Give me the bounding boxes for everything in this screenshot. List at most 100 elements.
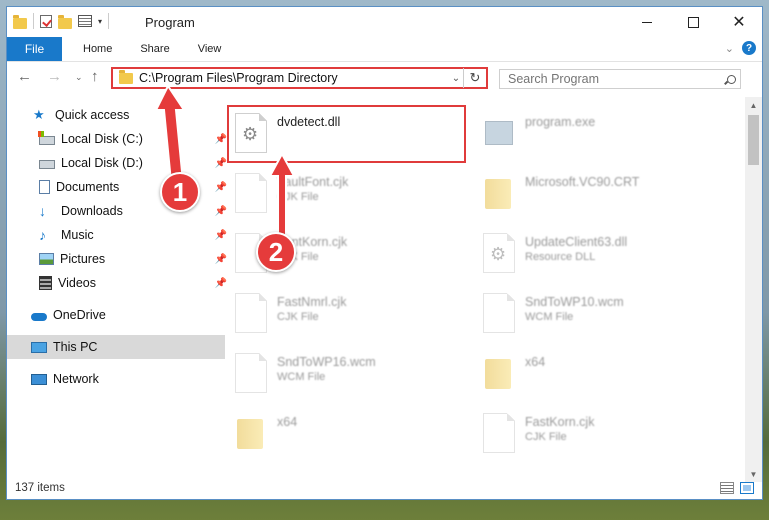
sidebar-item-label: OneDrive xyxy=(53,308,106,322)
sidebar-item-network[interactable]: Network xyxy=(7,367,225,391)
expand-ribbon-chevron-icon[interactable]: ⌄ xyxy=(725,42,734,55)
sidebar-item-label: Local Disk (D:) xyxy=(61,156,143,170)
sidebar-item-music[interactable]: ♪ Music 📌 xyxy=(7,223,233,247)
folder-icon xyxy=(483,353,515,393)
file-type: CJK File xyxy=(525,431,567,443)
exe-icon xyxy=(483,113,515,153)
vertical-scrollbar[interactable]: ▲ ▼ xyxy=(745,97,762,482)
toolbar-separator xyxy=(33,13,34,29)
close-button[interactable]: ✕ xyxy=(716,7,762,37)
file-item[interactable]: FastNmrl.cjk CJK File xyxy=(229,287,469,339)
folder-icon xyxy=(235,413,267,453)
tab-home[interactable]: Home xyxy=(69,43,126,55)
file-item[interactable]: Microsoft.VC90.CRT xyxy=(477,167,717,219)
properties-icon[interactable] xyxy=(78,15,92,27)
sidebar-item-pictures[interactable]: Pictures 📌 xyxy=(7,247,233,271)
music-icon: ♪ xyxy=(39,227,46,243)
search-box[interactable] xyxy=(499,69,741,89)
customize-toolbar-caret-icon[interactable]: ▾ xyxy=(98,17,102,26)
picture-icon xyxy=(39,253,54,265)
file-item[interactable]: UpdateClient63.dll Resource DLL xyxy=(477,227,717,279)
sidebar-item-label: Music xyxy=(61,228,94,242)
address-folder-icon xyxy=(119,69,133,84)
file-name: program.exe xyxy=(525,115,596,129)
address-dropdown-icon[interactable]: ⌄ xyxy=(449,73,463,84)
view-toggle xyxy=(720,482,754,494)
help-icon[interactable]: ? xyxy=(742,41,756,55)
search-input[interactable] xyxy=(500,71,722,87)
sidebar-item-onedrive[interactable]: OneDrive xyxy=(7,303,225,327)
ribbon-tabs: File Home Share View ⌄ ? xyxy=(7,37,762,62)
file-icon xyxy=(483,293,515,333)
download-icon: ↓ xyxy=(39,203,46,219)
ribbon-tab-list: Home Share View xyxy=(69,37,235,61)
file-item[interactable]: SndToWP16.wcm WCM File xyxy=(229,347,469,399)
window-controls: ✕ xyxy=(624,7,762,37)
up-arrow-icon[interactable]: ↑ xyxy=(91,68,99,85)
sidebar-item-this-pc[interactable]: This PC xyxy=(7,335,225,359)
sidebar-item-label: Network xyxy=(53,372,99,386)
network-icon xyxy=(31,373,47,385)
file-icon xyxy=(483,413,515,453)
details-view-icon[interactable] xyxy=(720,482,734,494)
large-icons-view-icon[interactable] xyxy=(740,482,754,494)
step-1-badge: 1 xyxy=(160,172,200,212)
title-bar: ▾ Program ✕ xyxy=(7,7,762,37)
sidebar-item-videos[interactable]: Videos 📌 xyxy=(7,271,233,295)
file-type: CJK File xyxy=(277,311,319,323)
file-type: WCM File xyxy=(277,371,326,383)
new-folder-icon[interactable] xyxy=(58,14,72,29)
drive-icon xyxy=(38,131,55,145)
navigation-row: ← → ⌄ ↑ C:\Program Files\Program Directo… xyxy=(7,63,762,93)
scroll-up-icon[interactable]: ▲ xyxy=(745,97,762,113)
file-icon xyxy=(235,293,267,333)
sidebar-item-label: Documents xyxy=(56,180,120,194)
status-bar: 137 items xyxy=(7,479,762,499)
quick-access-toolbar: ▾ xyxy=(13,13,110,29)
sidebar-item-label: Downloads xyxy=(61,204,123,218)
sidebar-item-label: Quick access xyxy=(55,108,130,122)
tab-file[interactable]: File xyxy=(7,37,62,61)
sidebar-item-label: Pictures xyxy=(60,252,106,266)
refresh-icon[interactable]: ↻ xyxy=(463,68,486,88)
file-item[interactable]: FastKorn.cjk CJK File xyxy=(477,407,717,459)
sidebar-item-downloads[interactable]: ↓ Downloads 📌 xyxy=(7,199,233,223)
scroll-thumb[interactable] xyxy=(748,115,759,165)
sidebar-item-label: Videos xyxy=(58,276,96,290)
cloud-icon xyxy=(31,313,47,321)
file-type: Resource DLL xyxy=(525,251,596,263)
forward-arrow-icon[interactable]: → xyxy=(47,68,62,85)
maximize-button[interactable] xyxy=(670,7,716,37)
tab-share[interactable]: Share xyxy=(126,43,183,55)
dll-icon xyxy=(483,233,515,273)
file-item[interactable]: SndToWP10.wcm WCM File xyxy=(477,287,717,339)
file-item[interactable]: x64 xyxy=(229,407,469,459)
maximize-icon xyxy=(687,16,699,28)
file-item[interactable]: x64 xyxy=(477,347,717,399)
file-name: x64 xyxy=(525,355,546,369)
properties-check-icon[interactable] xyxy=(40,14,52,28)
recent-locations-caret-icon[interactable]: ⌄ xyxy=(75,72,83,83)
file-name: Microsoft.VC90.CRT xyxy=(525,175,640,189)
sidebar-item-label: Local Disk (C:) xyxy=(61,132,143,146)
explorer-window: ▾ Program ✕ File Home Share View ⌄ ? ← →… xyxy=(6,6,763,500)
close-icon: ✕ xyxy=(732,14,746,31)
file-name: UpdateClient63.dll xyxy=(525,235,628,249)
folder-icon xyxy=(483,173,515,213)
sidebar-item-label: This PC xyxy=(53,340,98,354)
search-icon[interactable] xyxy=(722,74,740,84)
document-icon xyxy=(39,180,50,194)
file-name: x64 xyxy=(277,415,298,429)
window-title: Program xyxy=(145,15,195,30)
drive-icon xyxy=(39,160,55,169)
tab-view[interactable]: View xyxy=(184,43,236,55)
toolbar-separator xyxy=(108,13,110,29)
minimize-icon xyxy=(642,21,652,23)
file-name: SndToWP16.wcm xyxy=(277,355,376,369)
file-type: WCM File xyxy=(525,311,574,323)
video-icon xyxy=(39,276,52,290)
minimize-button[interactable] xyxy=(624,7,670,37)
back-arrow-icon[interactable]: ← xyxy=(17,68,32,85)
file-item[interactable]: program.exe xyxy=(477,107,717,159)
star-icon: ★ xyxy=(33,107,45,122)
